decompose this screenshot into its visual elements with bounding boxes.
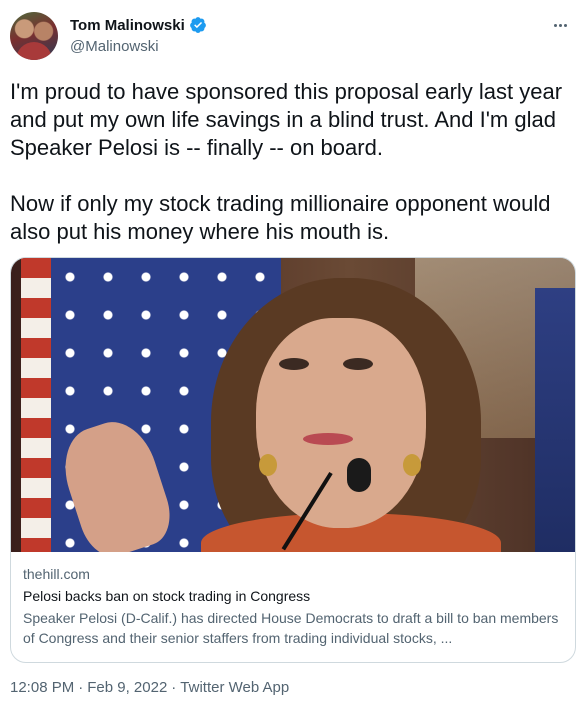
image-face [256,318,426,528]
image-eye-left [279,358,309,370]
author-display-name[interactable]: Tom Malinowski [70,17,185,34]
card-meta: thehill.com Pelosi backs ban on stock tr… [11,552,575,648]
source-app-link[interactable]: Twitter Web App [180,679,289,696]
tweet-date[interactable]: Feb 9, 2022 [87,679,167,696]
card-image[interactable] [11,258,575,552]
tweet-footer: 12:08 PM · Feb 9, 2022 · Twitter Web App [10,679,289,696]
tweet-text: I'm proud to have sponsored this proposa… [10,79,563,244]
avatar-detail [16,42,52,60]
image-microphone-icon [347,458,371,492]
author-handle[interactable]: @Malinowski [70,38,159,55]
tweet-time[interactable]: 12:08 PM [10,679,74,696]
more-dot [553,23,557,27]
footer-separator: · [78,679,84,696]
verified-badge-icon [189,17,206,33]
image-eye-right [343,358,373,370]
more-dot [558,23,562,27]
image-banner [535,288,575,552]
avatar[interactable] [10,12,58,60]
more-options-icon[interactable] [548,16,572,34]
card-description: Speaker Pelosi (D-Calif.) has directed H… [23,610,559,646]
card-title: Pelosi backs ban on stock trading in Con… [23,588,311,604]
image-earring-left [259,454,277,476]
footer-separator: · [171,679,177,696]
card-domain: thehill.com [23,566,90,582]
more-dot [563,23,567,27]
link-card[interactable]: thehill.com Pelosi backs ban on stock tr… [10,257,576,663]
image-mouth [303,433,353,445]
tweet-header: Tom Malinowski @Malinowski [10,12,574,62]
author-name-row: Tom Malinowski [70,16,207,34]
image-earring-right [403,454,421,476]
